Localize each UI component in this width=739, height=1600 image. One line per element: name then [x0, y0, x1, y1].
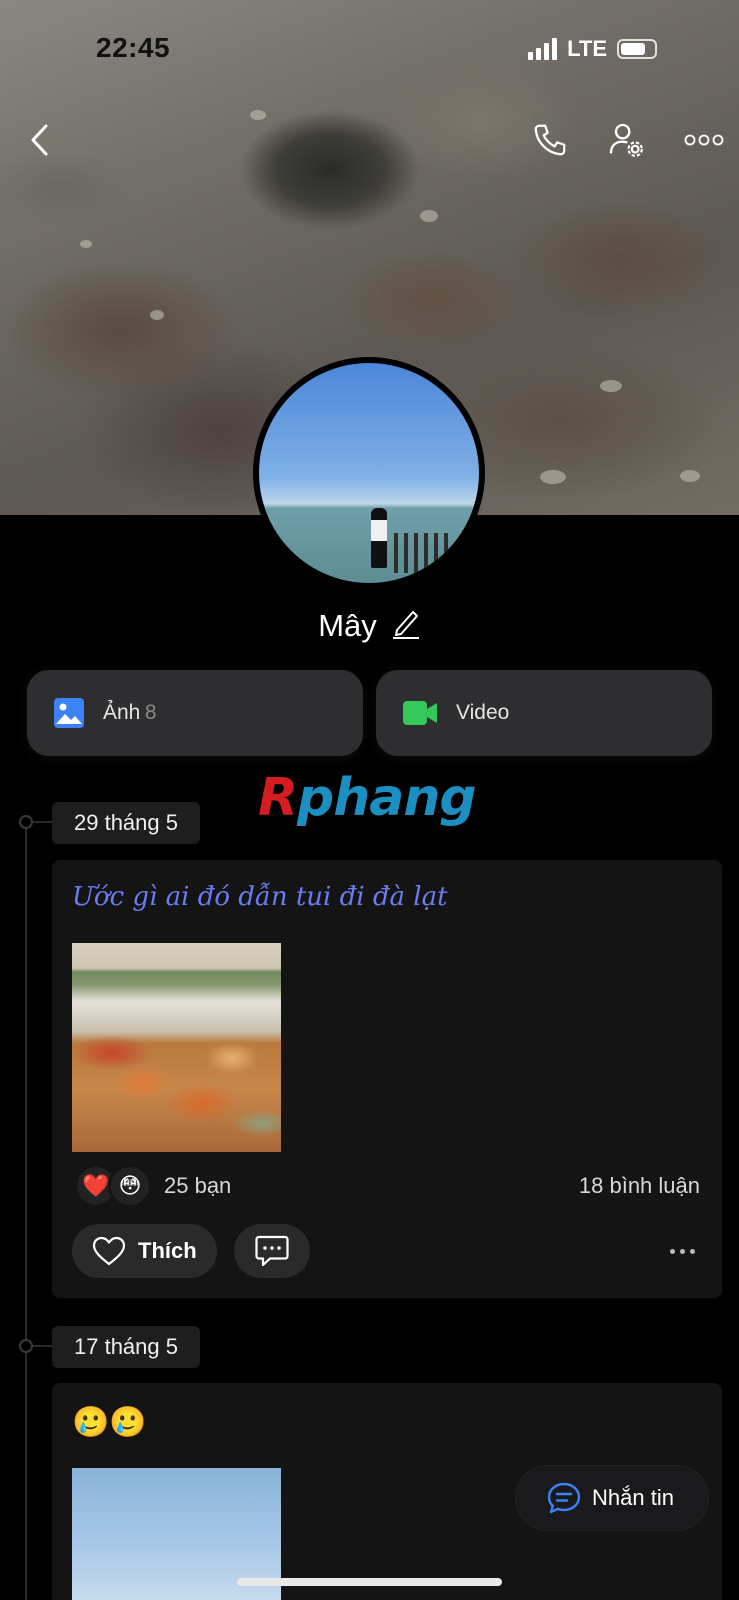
pencil-icon [392, 611, 419, 639]
network-label: LTE [567, 36, 607, 61]
cover-speck [80, 240, 92, 248]
video-label: Video [456, 701, 510, 724]
timeline-dot [19, 815, 33, 829]
post-more-button[interactable] [662, 1236, 702, 1266]
timeline-line [25, 822, 27, 1600]
edit-name-button[interactable] [391, 606, 421, 645]
message-label: Nhắn tin [592, 1485, 674, 1510]
message-button[interactable]: Nhắn tin [516, 1466, 708, 1530]
timeline-dot [19, 1339, 33, 1353]
video-button[interactable]: Video [376, 670, 712, 756]
avatar-pier [394, 533, 454, 573]
reactions-summary[interactable]: ❤️ 😳 25 bạn [74, 1164, 231, 1208]
comment-button[interactable] [234, 1224, 310, 1278]
avatar-person [371, 508, 387, 568]
cover-speck [420, 210, 438, 222]
cover-speck [540, 470, 566, 484]
user-settings-icon [609, 123, 643, 157]
phone-icon [534, 124, 566, 156]
avatar[interactable] [253, 357, 485, 589]
back-button[interactable] [18, 118, 62, 162]
status-indicators: LTE [528, 36, 657, 62]
post-date: 17 tháng 5 [52, 1326, 200, 1368]
cover-speck [250, 110, 266, 120]
like-label: Thích [138, 1238, 197, 1263]
profile-name-row: Mây [0, 606, 739, 645]
heart-outline-icon [92, 1236, 126, 1266]
more-horizontal-icon [684, 134, 724, 146]
timeline-connector [33, 821, 53, 823]
watermark: Rphang [258, 768, 477, 828]
call-button[interactable] [528, 118, 572, 162]
home-indicator[interactable] [237, 1578, 502, 1586]
post-text: Ước gì ai đó dẫn tui đi đà lạt [72, 882, 448, 912]
cover-speck [150, 310, 164, 320]
battery-icon [617, 39, 657, 59]
post-photo[interactable] [72, 943, 281, 1152]
like-button[interactable]: Thích [72, 1224, 217, 1278]
signal-icon [528, 38, 558, 60]
message-icon [547, 1482, 581, 1514]
post-text: 🥲🥲 [72, 1406, 147, 1439]
cover-speck [600, 380, 622, 392]
post-card[interactable]: Ước gì ai đó dẫn tui đi đà lạt ❤️ 😳 25 b… [52, 860, 722, 1298]
post-date: 29 tháng 5 [52, 802, 200, 844]
chat-bubble-icon [255, 1235, 289, 1267]
status-time: 22:45 [96, 32, 171, 63]
more-options-button[interactable] [680, 118, 728, 162]
photos-label: Ảnh [103, 701, 141, 724]
surprised-reaction-icon: 😳 [108, 1164, 152, 1208]
profile-name: Mây [318, 607, 377, 643]
chevron-left-icon [31, 124, 48, 156]
photos-count: 8 [144, 701, 157, 724]
reaction-count: 25 bạn [164, 1173, 232, 1198]
comment-count[interactable]: 18 bình luận [579, 1173, 700, 1199]
profile-settings-button[interactable] [604, 118, 648, 162]
video-camera-icon [403, 701, 437, 725]
image-icon [54, 698, 84, 728]
photos-button[interactable]: Ảnh 8 [27, 670, 363, 756]
timeline-connector [33, 1345, 53, 1347]
cover-speck [680, 470, 700, 482]
